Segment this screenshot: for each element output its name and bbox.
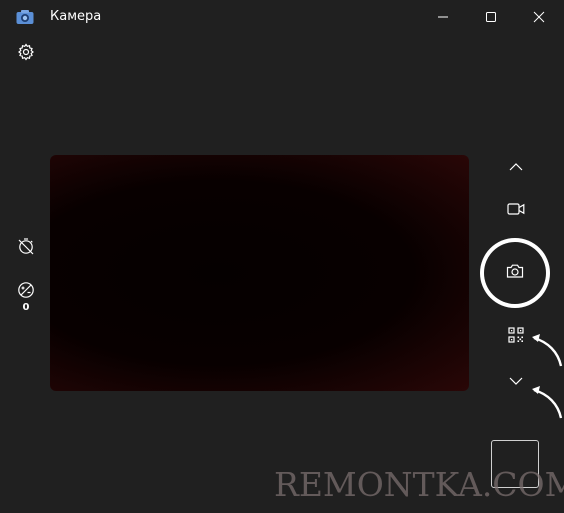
take-photo-button[interactable] — [480, 238, 550, 308]
gear-icon — [17, 43, 35, 65]
chevron-down-icon — [509, 371, 523, 390]
close-button[interactable] — [516, 0, 562, 34]
app-title: Камера — [50, 9, 102, 24]
annotation-arrow-chevron — [532, 386, 563, 419]
maximize-button[interactable] — [468, 0, 514, 34]
brightness-button[interactable] — [12, 280, 40, 304]
collapse-modes-button[interactable] — [502, 152, 530, 180]
shutter-inner-ring — [484, 242, 546, 304]
title-bar: Камера — [0, 0, 564, 34]
timer-off-icon — [17, 237, 35, 259]
minimize-icon — [437, 8, 449, 27]
camera-icon — [506, 263, 524, 283]
settings-button[interactable] — [12, 40, 40, 68]
camera-preview — [50, 155, 469, 391]
watermark: REMONTKA.COM — [274, 465, 564, 504]
annotation-arrow-qr — [532, 334, 563, 367]
maximize-icon — [485, 8, 497, 27]
qr-code-icon — [508, 327, 524, 347]
qr-scan-mode-button[interactable] — [502, 323, 530, 351]
minimize-button[interactable] — [420, 0, 466, 34]
video-mode-button[interactable] — [502, 196, 530, 224]
expand-modes-button[interactable] — [502, 366, 530, 394]
video-camera-icon — [507, 201, 525, 220]
chevron-up-icon — [509, 157, 523, 176]
camera-app-icon — [16, 9, 34, 25]
brightness-value: 0 — [22, 302, 30, 313]
timer-button[interactable] — [12, 234, 40, 262]
close-icon — [533, 8, 545, 27]
exposure-icon — [17, 281, 35, 303]
